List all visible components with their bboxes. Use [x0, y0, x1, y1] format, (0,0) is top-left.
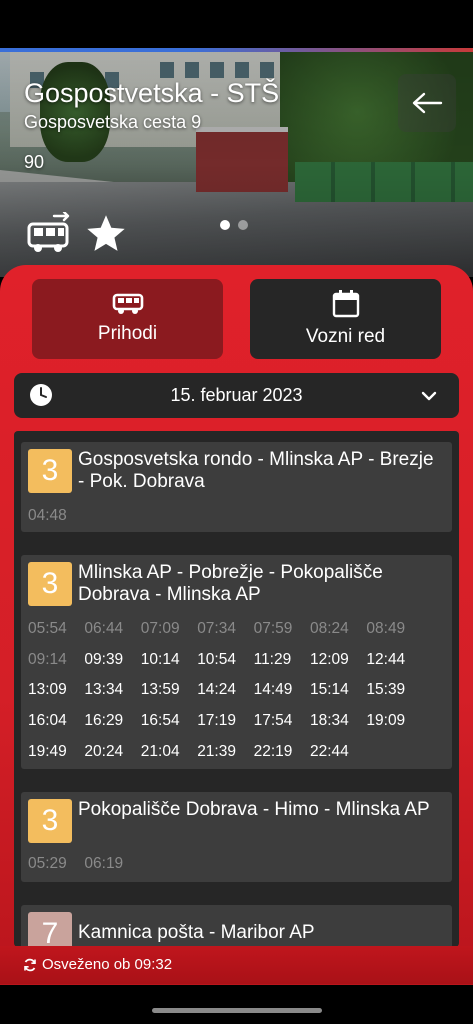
departure-time: 05:29	[28, 855, 67, 872]
route-name: Kamnica pošta - Maribor AP	[78, 922, 315, 943]
departure-time: 22:19	[253, 742, 293, 760]
star-icon[interactable]	[84, 212, 128, 256]
departure-time: 21:39	[197, 742, 236, 760]
departure-time: 14:24	[197, 681, 236, 699]
departure-time: 16:04	[28, 712, 67, 730]
back-button[interactable]	[398, 74, 456, 132]
route-name: Gosposvetska rondo - Mlinska AP - Brezje…	[78, 449, 434, 492]
departure-time: 15:39	[366, 681, 406, 699]
route-card[interactable]: 7 Kamnica pošta - Maribor AP	[21, 905, 452, 947]
departure-time: 06:19	[84, 855, 124, 872]
departure-time: 04:48	[28, 507, 67, 524]
stop-address: Gosposvetska cesta 9	[24, 112, 202, 132]
back-arrow-icon	[412, 92, 443, 114]
departure-time: 16:54	[140, 712, 180, 730]
calendar-icon	[332, 290, 359, 318]
refresh-icon[interactable]	[23, 958, 37, 972]
departure-time: 09:39	[84, 650, 124, 668]
departure-time: 05:54	[28, 620, 67, 637]
route-card[interactable]: 3 Gosposvetska rondo - Mlinska AP - Brez…	[21, 442, 452, 532]
route-name: Mlinska AP - Pobrežje - Pokopališče Dobr…	[78, 562, 383, 605]
status-bar	[0, 0, 473, 52]
stop-name: Gospostvetska - STŠ	[24, 78, 280, 108]
departure-time: 09:14	[28, 650, 67, 668]
home-indicator[interactable]	[152, 1008, 322, 1013]
departure-time: 07:34	[197, 620, 236, 637]
departure-time: 06:44	[84, 620, 124, 637]
line-badge: 3	[28, 562, 72, 606]
departure-time: 08:24	[310, 620, 349, 637]
route-list[interactable]: 3 Gosposvetska rondo - Mlinska AP - Brez…	[14, 431, 459, 947]
tab-arrivals-label: Prihodi	[97, 323, 158, 344]
schedule-panel: Prihodi Vozni red 15. februar 2023 3 Gos…	[0, 265, 473, 985]
departure-time: 10:54	[197, 650, 236, 668]
refreshed-time: Osveženo ob 09:32	[42, 956, 173, 973]
departure-time: 07:59	[253, 620, 293, 637]
departure-time: 14:49	[253, 681, 293, 699]
departure-time: 17:19	[197, 712, 236, 730]
departure-time: 07:09	[140, 620, 180, 637]
departure-time: 13:34	[84, 681, 124, 699]
departure-time: 19:09	[366, 712, 406, 730]
departure-time: 10:14	[140, 650, 180, 668]
departure-time: 21:04	[140, 742, 180, 760]
chevron-down-icon[interactable]	[420, 387, 438, 405]
tab-timetable[interactable]: Vozni red	[250, 279, 441, 359]
line-badge: 3	[28, 449, 72, 493]
departure-time: 08:49	[366, 620, 406, 637]
route-card[interactable]: 3 Mlinska AP - Pobrežje - Pokopališče Do…	[21, 555, 452, 769]
departure-time: 11:29	[253, 650, 292, 668]
departure-time: 19:49	[28, 742, 67, 760]
route-card[interactable]: 3 Pokopališče Dobrava - Himo - Mlinska A…	[21, 792, 452, 882]
bus-icon	[112, 293, 143, 314]
selected-date: 15. februar 2023	[170, 385, 303, 405]
route-name: Pokopališče Dobrava - Himo - Mlinska AP	[78, 799, 430, 820]
departure-time: 12:09	[310, 650, 349, 668]
stop-code: 90	[24, 152, 45, 172]
departure-time: 12:44	[366, 650, 406, 668]
carousel-indicator	[220, 220, 248, 230]
bus-realtime-icon[interactable]	[26, 212, 72, 254]
line-badge: 7	[28, 912, 72, 947]
departure-time: 17:54	[253, 712, 293, 730]
carousel-dot[interactable]	[238, 220, 248, 230]
tab-arrivals[interactable]: Prihodi	[32, 279, 223, 359]
departure-time: 22:44	[310, 742, 349, 760]
date-selector[interactable]: 15. februar 2023	[14, 373, 459, 418]
tab-timetable-label: Vozni red	[305, 326, 386, 347]
departure-time: 16:29	[84, 712, 124, 730]
departure-time: 18:34	[310, 712, 349, 730]
carousel-dot[interactable]	[220, 220, 230, 230]
departure-time: 20:24	[84, 742, 124, 760]
departure-time: 15:14	[310, 681, 349, 699]
departure-time: 13:09	[28, 681, 67, 699]
departure-time: 13:59	[140, 681, 180, 699]
refresh-status-bar: Osveženo ob 09:32	[0, 946, 473, 984]
line-badge: 3	[28, 799, 72, 843]
